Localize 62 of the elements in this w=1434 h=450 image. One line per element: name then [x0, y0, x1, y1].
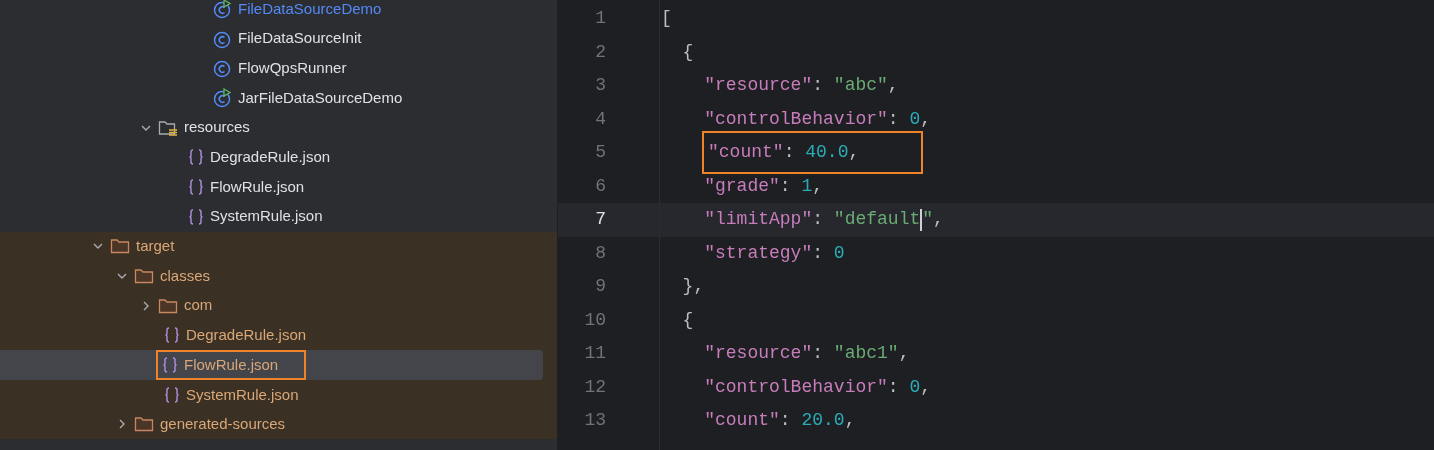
braces-icon [162, 356, 178, 375]
file-name: FlowQpsRunner [238, 57, 347, 78]
file-name: DegradeRule.json [186, 325, 307, 346]
code-line: "grade": 1, [703, 174, 824, 198]
folder-icon [158, 296, 178, 315]
resource-folder-icon [158, 118, 178, 137]
file-name: resources [184, 117, 250, 138]
folder-icon [134, 267, 154, 286]
line-number: 12 [583, 375, 606, 399]
tree-item[interactable]: resources [0, 112, 543, 143]
file-name: FlowRule.json [210, 176, 305, 197]
tree-item[interactable]: SystemRule.json [0, 201, 543, 232]
file-name: FileDataSourceInit [238, 28, 362, 49]
text-cursor [920, 208, 923, 231]
code-line: "resource": "abc", [703, 74, 899, 98]
code-line: "count": 20.0, [703, 409, 856, 433]
tree-item[interactable]: FileDataSourceInit [0, 23, 543, 54]
file-name: target [136, 236, 175, 257]
line-number: 2 [594, 40, 606, 64]
line-number: 13 [583, 409, 606, 433]
braces-icon [164, 385, 180, 404]
file-name: FileDataSourceDemo [238, 0, 382, 19]
folder-icon [110, 237, 130, 256]
line-number: 8 [594, 241, 606, 265]
tree-item[interactable]: FlowRule.json [0, 172, 543, 202]
braces-icon [164, 326, 180, 345]
code-line: [ [661, 7, 672, 31]
file-name: generated-sources [160, 414, 286, 435]
file-name: com [184, 295, 213, 316]
code-line: }, [681, 275, 705, 299]
line-number: 9 [594, 275, 606, 299]
code-line: "strategy": 0 [703, 241, 845, 265]
code-line: "controlBehavior": 0, [703, 107, 932, 131]
line-number: 1 [594, 7, 606, 31]
code-line: { [681, 308, 694, 332]
braces-icon [188, 207, 204, 226]
code-line: "resource": "abc1", [703, 342, 910, 366]
file-name: JarFileDataSourceDemo [238, 87, 403, 108]
file-name: SystemRule.json [186, 384, 299, 405]
tree-item[interactable]: DegradeRule.json [0, 142, 543, 173]
code-line: { [681, 40, 694, 64]
line-number: 4 [594, 107, 606, 131]
tree-item[interactable]: FlowRule.json [0, 350, 543, 380]
code-line: "controlBehavior": 0, [703, 375, 932, 399]
tree-item[interactable]: JarFileDataSourceDemo [0, 83, 543, 113]
line-number: 11 [583, 342, 606, 366]
file-name: classes [160, 265, 211, 286]
line-number: 7 [594, 208, 606, 232]
code-line: "count": 40.0, [704, 133, 922, 173]
file-name: FlowRule.json [184, 354, 279, 375]
folder-icon [134, 415, 154, 434]
tree-item[interactable]: FlowQpsRunner [0, 53, 543, 84]
line-number: 6 [594, 174, 606, 198]
line-number: 3 [594, 74, 606, 98]
line-number: 5 [594, 141, 606, 165]
code-line: "limitApp": "default", [703, 207, 944, 233]
braces-icon [188, 177, 204, 196]
file-name: DegradeRule.json [210, 147, 331, 168]
braces-icon [188, 148, 204, 167]
tree-item[interactable]: FileDataSourceDemo [0, 0, 543, 24]
line-number: 10 [583, 308, 606, 332]
file-name: SystemRule.json [210, 206, 323, 227]
